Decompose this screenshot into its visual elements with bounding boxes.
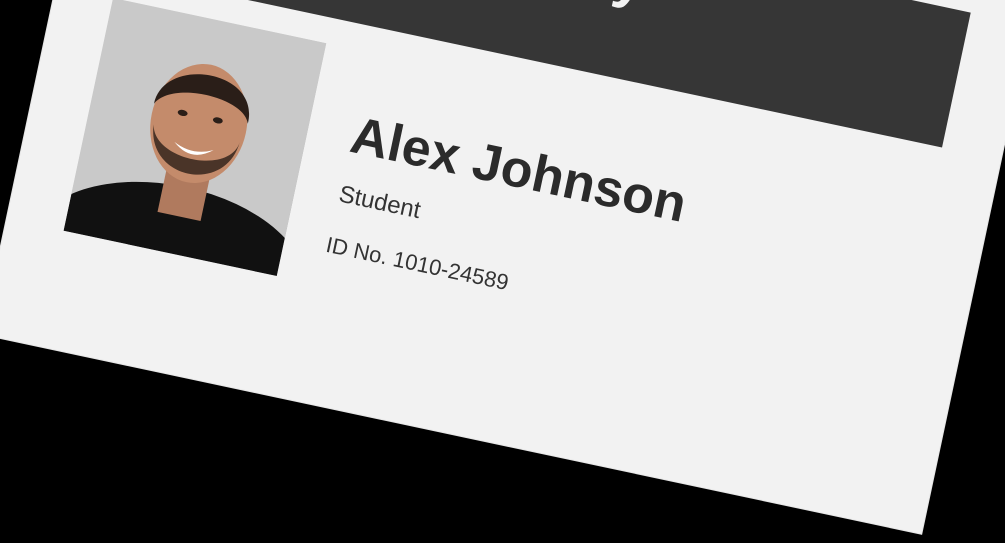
portrait-photo-icon <box>63 0 327 277</box>
person-id: ID No. 1010-24589 <box>323 231 511 296</box>
scene: Summit Academy Alex Johnson Student ID N… <box>0 0 1005 543</box>
person-role: Student <box>336 180 423 225</box>
id-card: Summit Academy Alex Johnson Student ID N… <box>0 0 1005 534</box>
portrait-illustration <box>63 0 327 277</box>
